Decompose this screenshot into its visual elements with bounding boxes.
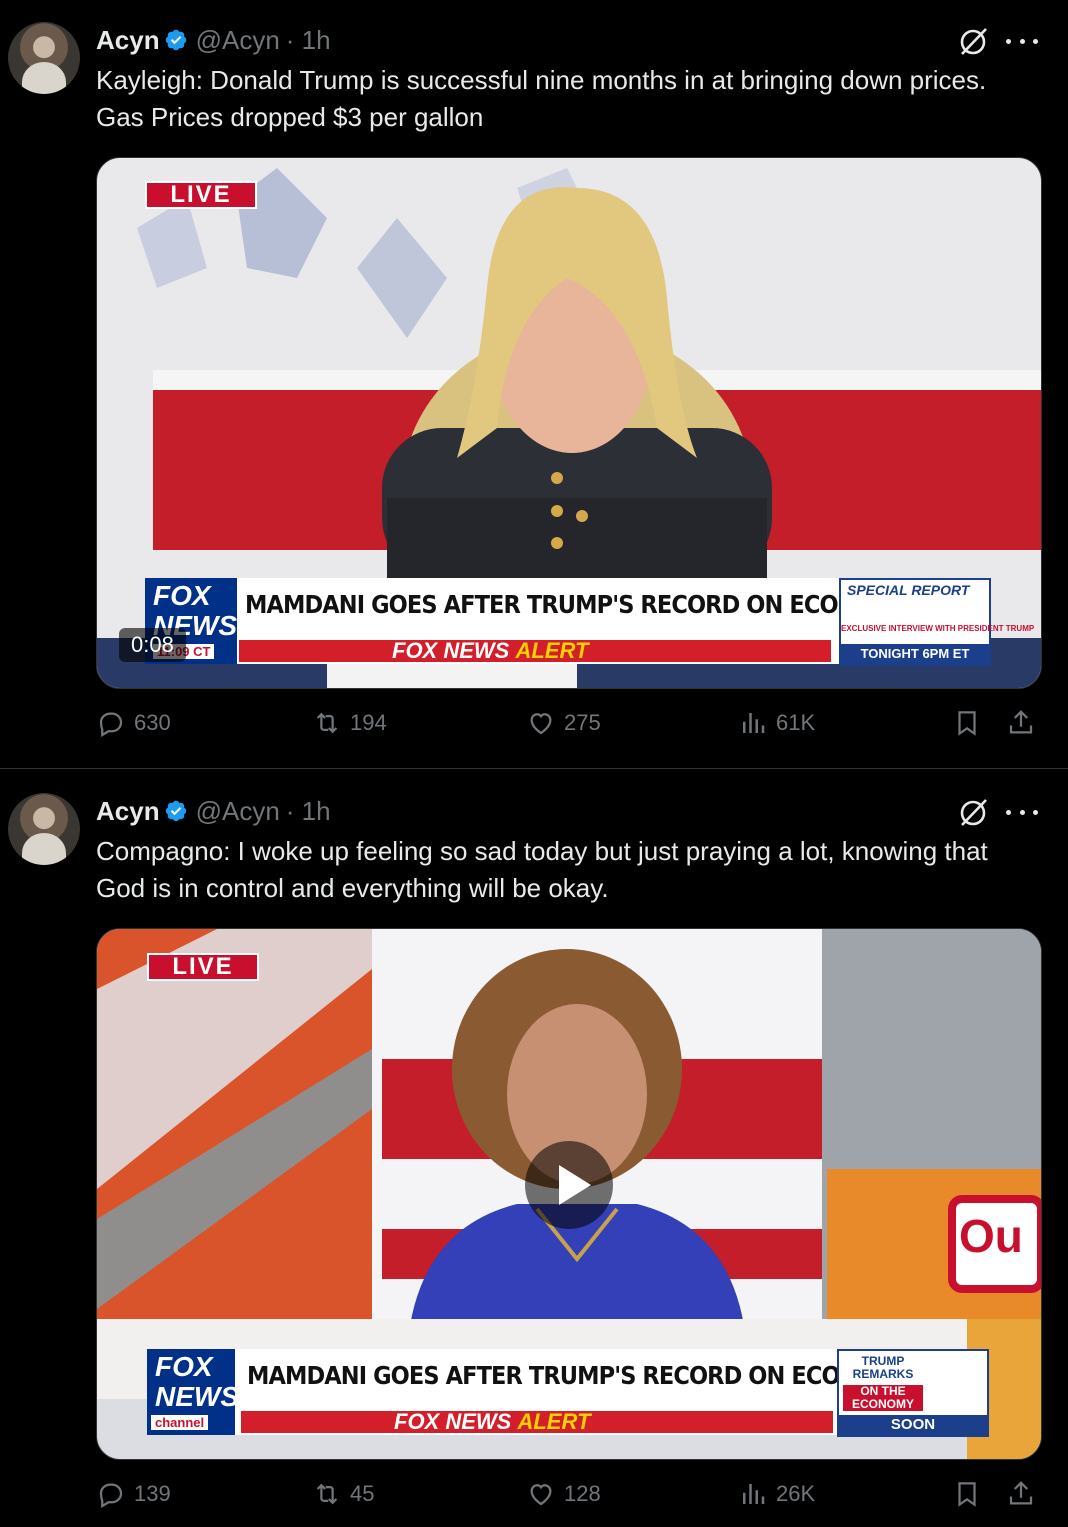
reply-count: 139 (134, 1481, 171, 1506)
heart-icon (530, 1484, 552, 1506)
more-options-icon[interactable] (1006, 802, 1038, 822)
alert-prefix: FOX NEWS (392, 638, 510, 663)
analytics-icon (743, 1484, 765, 1504)
promo-title: SPECIAL REPORT (847, 582, 970, 598)
promo-bottom: TONIGHT 6PM ET (841, 644, 989, 664)
verified-badge-icon (165, 800, 186, 822)
tweet-header: Acyn @Acyn · 1h (96, 25, 331, 55)
logo-top-text: FOX (153, 580, 211, 611)
grok-icon[interactable] (958, 25, 990, 57)
share-button[interactable] (1006, 1479, 1036, 1514)
studio-sign-text: Ou (959, 1210, 1023, 1262)
repost-count: 194 (350, 710, 387, 735)
author-name[interactable]: Acyn (96, 796, 160, 827)
share-icon (1009, 710, 1033, 734)
promo-box: SPECIAL REPORT EXCLUSIVE INTERVIEW WITH … (839, 578, 1035, 666)
alert-text: FOX NEWS ALERT (392, 638, 588, 664)
promo-title: TRUMP REMARKS (852, 1354, 914, 1381)
news-headline: MAMDANI GOES AFTER TRUMP'S RECORD ON ECO… (247, 1361, 914, 1390)
live-badge: LIVE (145, 181, 257, 209)
verified-badge-icon (165, 29, 186, 51)
tweet-1[interactable]: Acyn @Acyn · 1h Kayleigh: Donald Trump i… (0, 0, 1068, 768)
analytics-icon (743, 713, 765, 733)
repost-icon (316, 712, 338, 734)
news-headline: MAMDANI GOES AFTER TRUMP'S RECORD ON ECO… (245, 590, 912, 619)
play-button[interactable] (525, 1141, 613, 1229)
author-handle[interactable]: @Acyn (196, 25, 280, 56)
alert-prefix: FOX NEWS (394, 1409, 512, 1434)
reply-button[interactable]: 630 (96, 708, 171, 738)
tweet-header: Acyn @Acyn · 1h (96, 796, 331, 826)
bookmark-button[interactable] (952, 708, 982, 743)
reply-icon (99, 1483, 123, 1508)
alert-suffix: ALERT (517, 1409, 591, 1434)
logo-bottom-text: NEWS (155, 1381, 239, 1412)
reply-button[interactable]: 139 (96, 1479, 171, 1509)
views-count: 61K (776, 710, 816, 735)
promo-bottom: SOON (839, 1415, 987, 1435)
share-button[interactable] (1006, 708, 1036, 743)
alert-suffix: ALERT (515, 638, 589, 663)
video-player[interactable]: Ou LIVE FOX NEWS channel MAMDANI GOES AF… (96, 928, 1042, 1460)
logo-top-text: FOX (155, 1351, 213, 1382)
repost-button[interactable]: 194 (312, 708, 387, 738)
action-bar: 139 45 128 26K (96, 1479, 1040, 1519)
fox-news-logo: FOX NEWS channel (147, 1349, 239, 1435)
timestamp[interactable]: · 1h (286, 796, 331, 827)
bookmark-icon (958, 711, 976, 736)
logo-channel: channel (151, 1415, 209, 1430)
views-button[interactable]: 61K (738, 708, 815, 738)
grok-icon[interactable] (958, 796, 990, 828)
avatar[interactable] (8, 793, 80, 865)
promo-subtitle: ON THE ECONOMY (843, 1385, 923, 1411)
timestamp[interactable]: · 1h (286, 25, 331, 56)
repost-count: 45 (350, 1481, 375, 1506)
tweet-text: Compagno: I woke up feeling so sad today… (96, 836, 988, 903)
tweet-text: Kayleigh: Donald Trump is successful nin… (96, 65, 987, 132)
live-badge: LIVE (147, 953, 259, 981)
views-count: 26K (776, 1481, 816, 1506)
author-name[interactable]: Acyn (96, 25, 160, 56)
avatar[interactable] (8, 22, 80, 94)
video-player[interactable]: LIVE FOX NEWS 11:09 CT MAMDANI GOES AFTE… (96, 157, 1042, 689)
repost-button[interactable]: 45 (312, 1479, 374, 1509)
promo-box: TRUMP REMARKS ON THE ECONOMY SOON (837, 1349, 989, 1437)
share-icon (1009, 1481, 1033, 1505)
action-bar: 630 194 275 61K (96, 708, 1040, 748)
like-count: 128 (564, 1481, 601, 1506)
like-count: 275 (564, 710, 601, 735)
alert-text: FOX NEWS ALERT (394, 1409, 590, 1435)
reply-count: 630 (134, 710, 171, 735)
repost-icon (316, 1483, 338, 1505)
bookmark-button[interactable] (952, 1479, 982, 1514)
like-button[interactable]: 128 (526, 1479, 601, 1509)
reply-icon (99, 712, 123, 737)
heart-icon (530, 713, 552, 735)
like-button[interactable]: 275 (526, 708, 601, 738)
bookmark-icon (958, 1482, 976, 1507)
views-button[interactable]: 26K (738, 1479, 815, 1509)
promo-subtitle: EXCLUSIVE INTERVIEW WITH PRESIDENT TRUMP (841, 624, 1035, 633)
more-options-icon[interactable] (1006, 31, 1038, 51)
author-handle[interactable]: @Acyn (196, 796, 280, 827)
video-timer: 0:08 (119, 628, 186, 662)
tweet-2[interactable]: Acyn @Acyn · 1h Compagno: I woke up feel… (0, 769, 1068, 1527)
